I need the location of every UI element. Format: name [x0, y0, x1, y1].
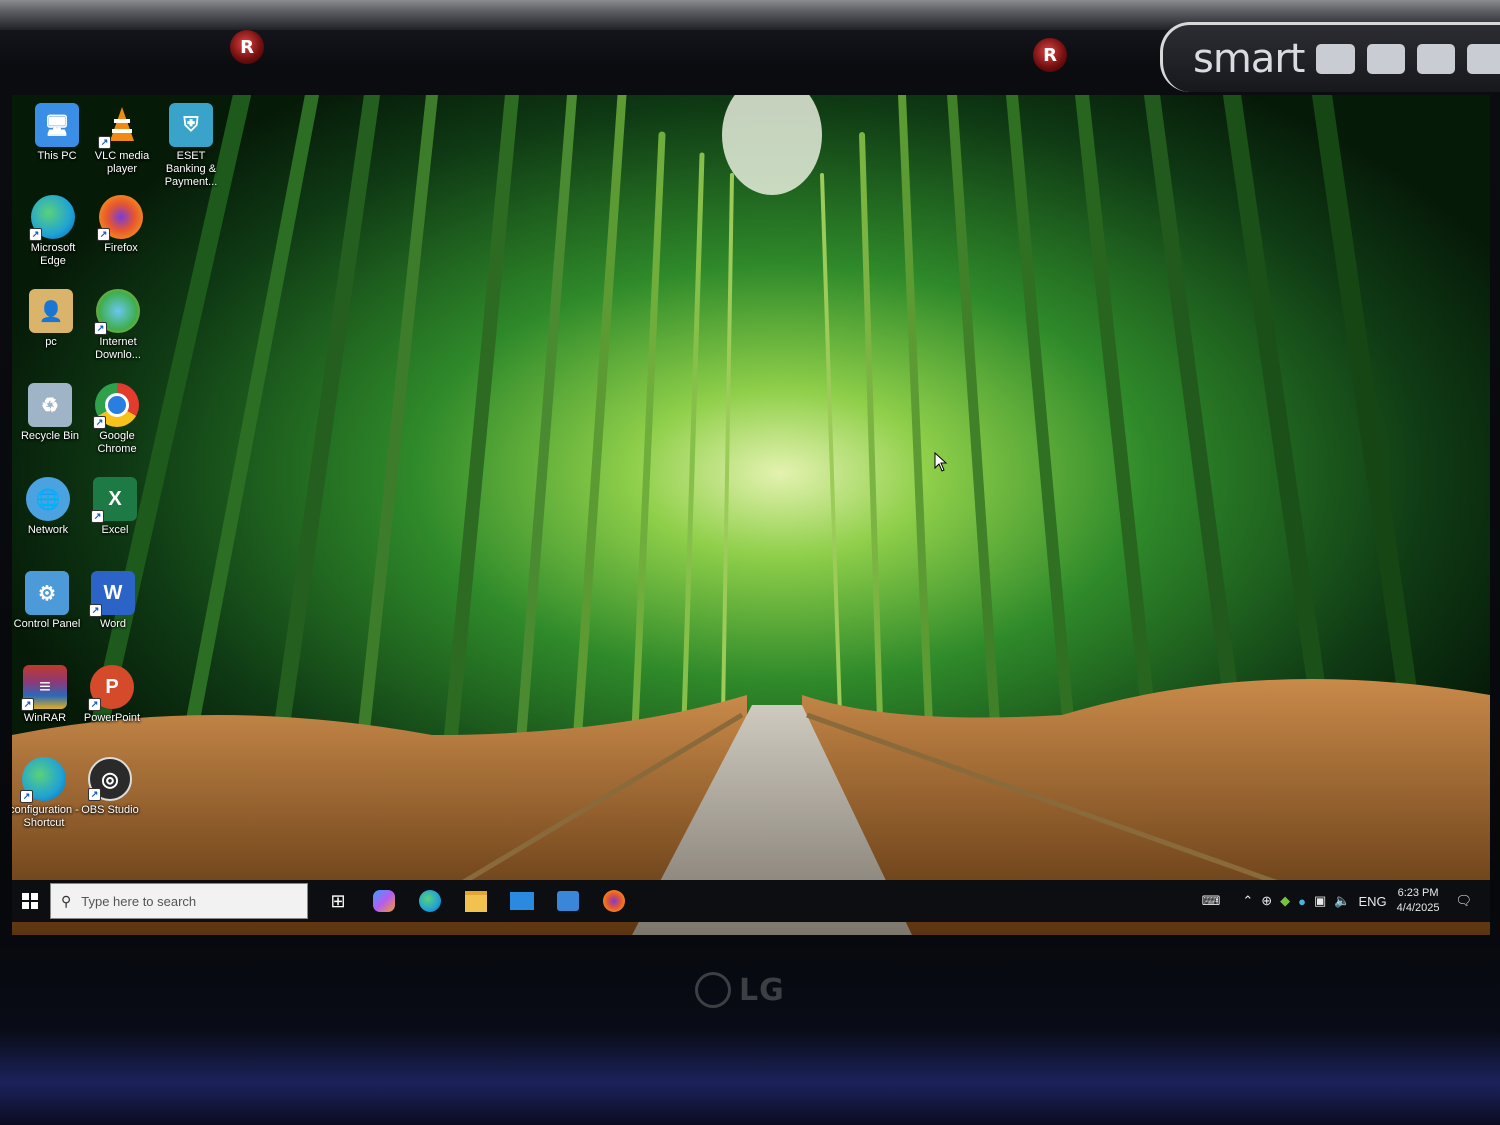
desktop-icon-label: VLC media player	[94, 150, 150, 175]
globe-icon[interactable]: ⊕	[1261, 893, 1272, 909]
taskbar-file-explorer[interactable]	[458, 883, 494, 919]
taskbar: ⚲ Type here to search ⊞ ⌨ ⌃ ⊕ ◆ ● ▣ 🔈 EN…	[12, 880, 1490, 922]
mail-icon	[510, 892, 534, 910]
smart-feature-icon	[1466, 43, 1500, 74]
wallpaper	[12, 95, 1490, 935]
desktop-icon-eset[interactable]: ⛨ ESET Banking & Payment...	[156, 103, 226, 189]
vlc-icon: ↗	[98, 103, 144, 149]
desktop-icon-winrar[interactable]: ≡ ↗ WinRAR	[12, 665, 80, 725]
lg-logo-text: LG	[739, 972, 785, 1008]
lg-logo: LG	[695, 972, 785, 1008]
desktop-icon-idm[interactable]: ↗ Internet Downlo...	[83, 289, 153, 362]
obs-icon: ◎ ↗	[88, 757, 132, 801]
taskbar-firefox[interactable]	[596, 883, 632, 919]
smart-feature-icon	[1366, 43, 1405, 74]
desktop-icon-network[interactable]: 🌐 Network	[13, 477, 83, 537]
desktop-icon-label: Firefox	[104, 242, 138, 254]
network-tray-icon[interactable]: ▣	[1314, 893, 1326, 909]
desktop-icon-recycle-bin[interactable]: ♻ Recycle Bin	[15, 383, 85, 443]
control-panel-icon: ⚙	[25, 571, 69, 615]
excel-icon: X ↗	[91, 477, 137, 523]
desktop-icon-label: Control Panel	[13, 618, 81, 630]
firefox-icon	[603, 890, 625, 912]
firefox-icon: ↗	[97, 195, 143, 241]
desktop-icon-label: Internet Downlo...	[95, 336, 141, 361]
taskbar-mail[interactable]	[504, 883, 540, 919]
task-view-icon: ⊞	[330, 890, 346, 911]
powerpoint-icon: P ↗	[88, 665, 134, 711]
desktop-icon-label: configuration - Shortcut	[12, 804, 79, 829]
start-button[interactable]	[12, 880, 48, 922]
desktop-icon-label: Microsoft Edge	[30, 242, 76, 267]
taskbar-store[interactable]	[550, 883, 586, 919]
desktop-icon-powerpoint[interactable]: P ↗ PowerPoint	[77, 665, 147, 725]
mouse-cursor-icon	[934, 452, 948, 472]
desktop-icon-pc-folder[interactable]: 👤 pc	[16, 289, 86, 349]
winrar-icon: ≡ ↗	[21, 665, 67, 711]
taskbar-search-box[interactable]: ⚲ Type here to search	[50, 883, 308, 919]
desk-reflection	[0, 1030, 1500, 1125]
keyboard-icon[interactable]: ⌨	[1202, 893, 1221, 909]
desktop-icon-label: Excel	[101, 524, 129, 536]
idm-icon: ↗	[94, 289, 140, 335]
desktop-icon-control-panel[interactable]: ⚙ Control Panel	[12, 571, 82, 631]
taskbar-edge[interactable]	[412, 883, 448, 919]
lg-logo-circle-icon	[695, 972, 731, 1008]
file-explorer-icon	[465, 890, 487, 912]
task-view-button[interactable]: ⊞	[320, 883, 356, 919]
desktop-icon-firefox[interactable]: ↗ Firefox	[86, 195, 156, 255]
desktop-icon-label: Recycle Bin	[20, 430, 80, 442]
volume-icon[interactable]: 🔈	[1334, 893, 1350, 909]
desktop-icon-label: OBS Studio	[81, 804, 139, 816]
taskbar-copilot[interactable]	[366, 883, 402, 919]
desktop-icon-label: This PC	[37, 150, 77, 162]
user-folder-icon: 👤	[29, 289, 73, 333]
eset-icon: ⛨	[169, 103, 213, 147]
windows-logo-icon	[22, 893, 38, 909]
desktop-icon-label: Google Chrome	[97, 430, 137, 455]
bezel-emblem-right: R	[1033, 38, 1067, 72]
desktop-icon-label: ESET Banking & Payment...	[164, 150, 218, 188]
clock-time: 6:23 PM	[1397, 887, 1439, 899]
clock[interactable]: 6:23 PM 4/4/2025	[1397, 886, 1440, 916]
chrome-icon: ↗	[93, 383, 139, 429]
desktop-icon-label: pc	[45, 336, 57, 348]
edge-icon	[419, 890, 441, 912]
smart-text: smart	[1193, 35, 1305, 82]
desktop-icon-excel[interactable]: X ↗ Excel	[80, 477, 150, 537]
this-pc-icon: 🖥	[35, 103, 79, 147]
search-icon: ⚲	[61, 892, 72, 909]
system-tray: ⌨ ⌃ ⊕ ◆ ● ▣ 🔈 ENG 6:23 PM 4/4/2025 🗨	[1198, 880, 1490, 922]
desktop-icon-label: WinRAR	[23, 712, 67, 724]
edge-shortcut-icon: ↗	[20, 757, 66, 803]
desktop-icon-label: Word	[99, 618, 127, 630]
desktop-icon-label: PowerPoint	[83, 712, 141, 724]
smart-feature-icon	[1416, 43, 1455, 74]
desktop-icon-word[interactable]: W ↗ Word	[78, 571, 148, 631]
network-icon: 🌐	[26, 477, 70, 521]
desktop-icon-obs[interactable]: ◎ ↗ OBS Studio	[75, 757, 145, 817]
language-indicator[interactable]: ENG	[1358, 894, 1386, 909]
search-placeholder: Type here to search	[81, 893, 197, 909]
store-icon	[557, 891, 579, 911]
word-icon: W ↗	[89, 571, 135, 617]
desktop-icon-this-pc[interactable]: 🖥 This PC	[22, 103, 92, 163]
eset-tray-icon[interactable]: ●	[1298, 894, 1306, 909]
smart-badge: smart	[1160, 22, 1500, 92]
chevron-up-icon[interactable]: ⌃	[1242, 893, 1253, 909]
desktop-icon-edge[interactable]: ↗ Microsoft Edge	[18, 195, 88, 268]
desktop-icon-chrome[interactable]: ↗ Google Chrome	[82, 383, 152, 456]
copilot-icon	[373, 890, 395, 912]
clock-date: 4/4/2025	[1396, 902, 1440, 914]
edge-icon: ↗	[29, 195, 75, 241]
desktop-icon-label: Network	[27, 524, 69, 536]
recycle-bin-icon: ♻	[28, 383, 72, 427]
bezel-emblem-left: R	[230, 30, 264, 64]
desktop-icon-configuration-shortcut[interactable]: ↗ configuration - Shortcut	[12, 757, 79, 830]
nvidia-icon[interactable]: ◆	[1280, 893, 1290, 909]
smart-feature-icon	[1316, 43, 1355, 74]
desktop-icon-vlc[interactable]: ↗ VLC media player	[87, 103, 157, 176]
notification-icon[interactable]: 🗨	[1455, 893, 1472, 909]
screen: 🖥 This PC ↗ VLC media player ⛨ ESET Bank…	[12, 95, 1490, 935]
